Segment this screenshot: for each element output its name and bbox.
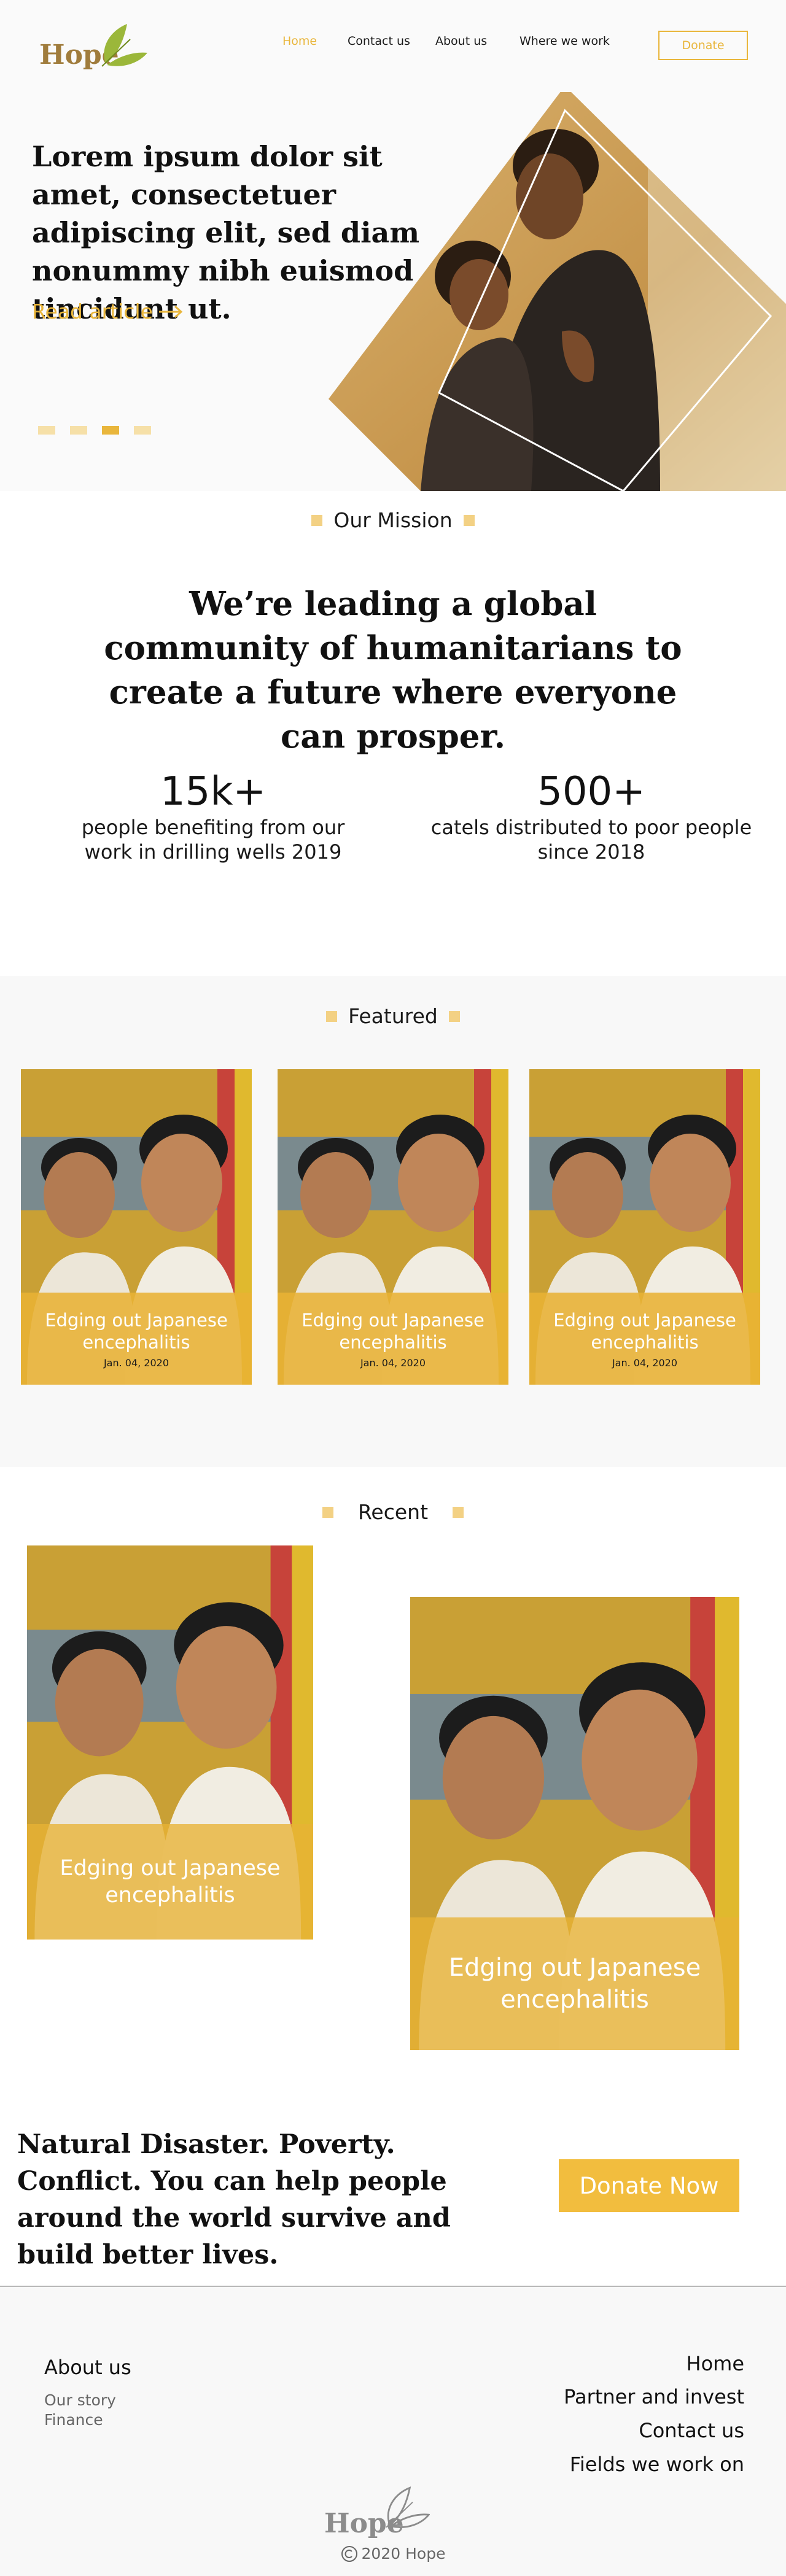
- card-date: Jan. 04, 2020: [612, 1356, 678, 1369]
- nav-contact-us[interactable]: Contact us: [348, 34, 410, 48]
- site-footer: About us Our story Finance Home Partner …: [0, 2287, 786, 2576]
- featured-heading: Featured: [0, 1004, 786, 1028]
- footer-link-fields[interactable]: Fields we work on: [570, 2453, 744, 2476]
- slider-dot-4[interactable]: [134, 426, 151, 435]
- leaf-icon: [386, 2486, 430, 2528]
- square-icon: [311, 514, 323, 526]
- recent-heading-label: Recent: [357, 1500, 429, 1524]
- footer-link-partner[interactable]: Partner and invest: [564, 2385, 744, 2408]
- card-caption: Edging out Japanese encephalitis: [27, 1824, 313, 1940]
- copyright-text: 2020 Hope: [361, 2545, 446, 2562]
- footer-link-home[interactable]: Home: [687, 2352, 745, 2375]
- slider-dots: [38, 426, 151, 435]
- cta-text: Natural Disaster. Poverty. Conflict. You…: [17, 2129, 451, 2270]
- donate-button[interactable]: Donate: [658, 31, 748, 60]
- card-caption: Edging out Japanese encephalitis Jan. 04…: [21, 1293, 252, 1385]
- card-title: Edging out Japanese encephalitis: [45, 1309, 228, 1353]
- featured-heading-label: Featured: [348, 1004, 438, 1028]
- mission-heading: Our Mission: [0, 508, 786, 532]
- stat-description: catels distributed to poor people since …: [430, 816, 752, 864]
- card-title: Edging out Japanese encephalitis: [448, 1954, 701, 2014]
- card-title: Edging out Japanese encephalitis: [302, 1309, 484, 1353]
- hope-logo[interactable]: Hope: [39, 21, 150, 76]
- donate-now-button[interactable]: Donate Now: [559, 2159, 739, 2212]
- featured-card[interactable]: Edging out Japanese encephalitis Jan. 04…: [278, 1069, 508, 1385]
- site-header: Hope Home Contact us About us Where we w…: [0, 0, 786, 92]
- square-icon: [448, 1010, 460, 1022]
- arrow-right-icon: [158, 305, 183, 318]
- square-icon: [326, 1010, 338, 1022]
- stat-people: 15k+ people benefiting from our work in …: [32, 768, 394, 864]
- card-title: Edging out Japanese encephalitis: [60, 1856, 281, 1908]
- footer-logo[interactable]: Hope: [322, 2483, 432, 2539]
- card-date: Jan. 04, 2020: [103, 1356, 169, 1369]
- nav-about-us[interactable]: About us: [435, 34, 487, 48]
- nav-home[interactable]: Home: [282, 34, 317, 48]
- stat-catels: 500+ catels distributed to poor people s…: [410, 768, 772, 864]
- recent-heading: Recent: [0, 1500, 786, 1524]
- card-title: Edging out Japanese encephalitis: [553, 1309, 736, 1353]
- recent-card[interactable]: Edging out Japanese encephalitis: [410, 1597, 739, 2050]
- read-article-label: Read article: [32, 300, 153, 323]
- footer-link-contact[interactable]: Contact us: [639, 2419, 744, 2442]
- recent-card[interactable]: Edging out Japanese encephalitis: [27, 1545, 313, 1940]
- featured-card[interactable]: Edging out Japanese encephalitis Jan. 04…: [529, 1069, 760, 1385]
- card-caption: Edging out Japanese encephalitis Jan. 04…: [529, 1293, 760, 1385]
- nav-where-we-work[interactable]: Where we work: [519, 34, 610, 48]
- slider-dot-2[interactable]: [70, 426, 87, 435]
- card-caption: Edging out Japanese encephalitis Jan. 04…: [278, 1293, 508, 1385]
- footer-link-finance[interactable]: Finance: [44, 2411, 103, 2429]
- slider-dot-1[interactable]: [38, 426, 55, 435]
- mission-statement: We’re leading a global community of huma…: [104, 585, 682, 756]
- featured-card[interactable]: Edging out Japanese encephalitis Jan. 04…: [21, 1069, 252, 1385]
- card-caption: Edging out Japanese encephalitis: [410, 1917, 739, 2050]
- stat-description: people benefiting from our work in drill…: [81, 816, 345, 864]
- footer-link-our-story[interactable]: Our story: [44, 2391, 116, 2409]
- copyright-icon: [341, 2545, 357, 2562]
- read-article-link[interactable]: Read article: [32, 300, 184, 323]
- card-date: Jan. 04, 2020: [360, 1356, 426, 1369]
- mission-heading-label: Our Mission: [333, 508, 453, 532]
- stat-value: 15k+: [160, 769, 267, 814]
- hero-section: Lorem ipsum dolor sit amet, consectetuer…: [0, 92, 786, 491]
- square-icon: [322, 1506, 333, 1518]
- square-icon: [463, 514, 475, 526]
- footer-about-heading[interactable]: About us: [44, 2356, 131, 2379]
- copyright: 2020 Hope: [0, 2545, 786, 2562]
- square-icon: [453, 1506, 464, 1518]
- slider-dot-3[interactable]: [102, 426, 119, 435]
- leaf-icon: [101, 24, 147, 67]
- stat-value: 500+: [537, 769, 645, 814]
